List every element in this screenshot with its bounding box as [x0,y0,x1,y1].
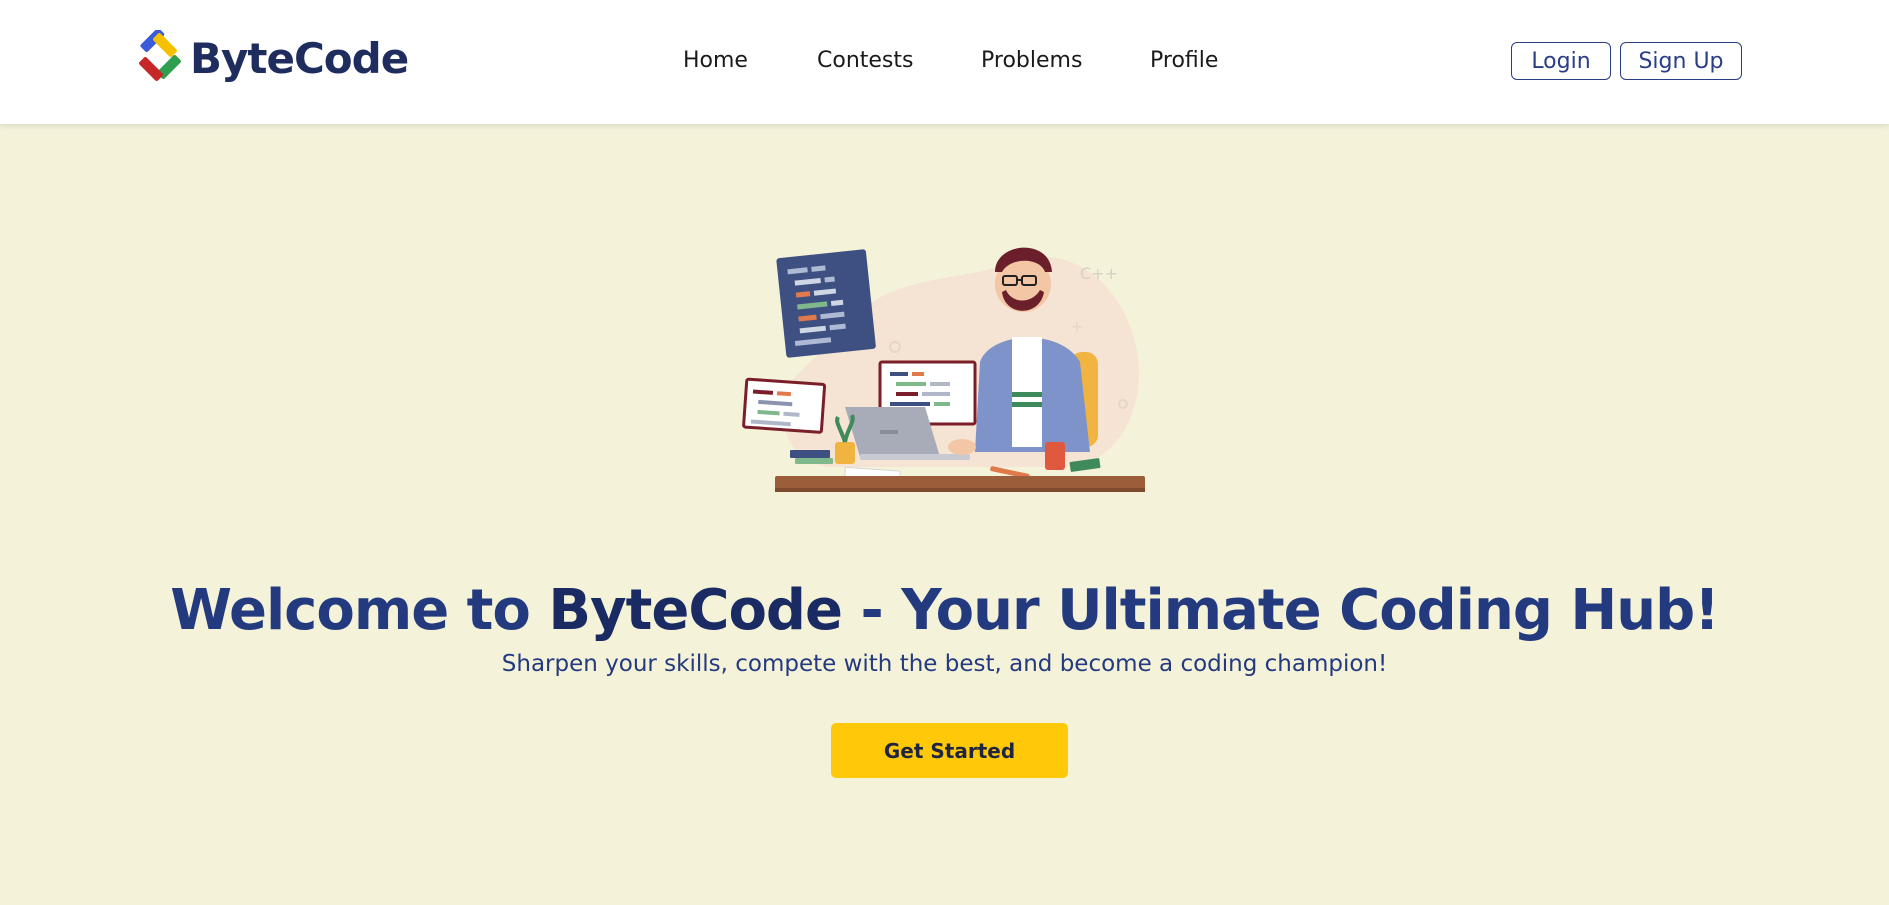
headline-prefix: Welcome to [170,577,549,643]
brand-logo[interactable]: ByteCode [138,28,409,88]
hero-headline: Welcome to ByteCode - Your Ultimate Codi… [0,578,1889,643]
headline-suffix: - Your Ultimate Coding Hub! [841,577,1719,643]
hero-subtitle: Sharpen your skills, compete with the be… [501,651,1388,677]
nav-link-profile[interactable]: Profile [1150,48,1218,73]
nav-link-contests[interactable]: Contests [817,48,913,73]
get-started-button[interactable]: Get Started [831,723,1068,778]
login-button[interactable]: Login [1511,42,1611,80]
diamond-logo-icon [139,30,181,81]
cpp-label: C++ [1080,264,1118,283]
svg-text:+: + [1070,317,1083,336]
nav-link-problems[interactable]: Problems [981,48,1082,73]
signup-button[interactable]: Sign Up [1620,42,1742,80]
developer-at-desk-illustration: C++ + [742,247,1145,492]
top-navbar: ByteCode Home Contests Problems Profile … [0,0,1889,124]
headline-brand: ByteCode [548,577,843,643]
brand-name: ByteCode [190,33,409,83]
nav-link-home[interactable]: Home [683,48,748,73]
